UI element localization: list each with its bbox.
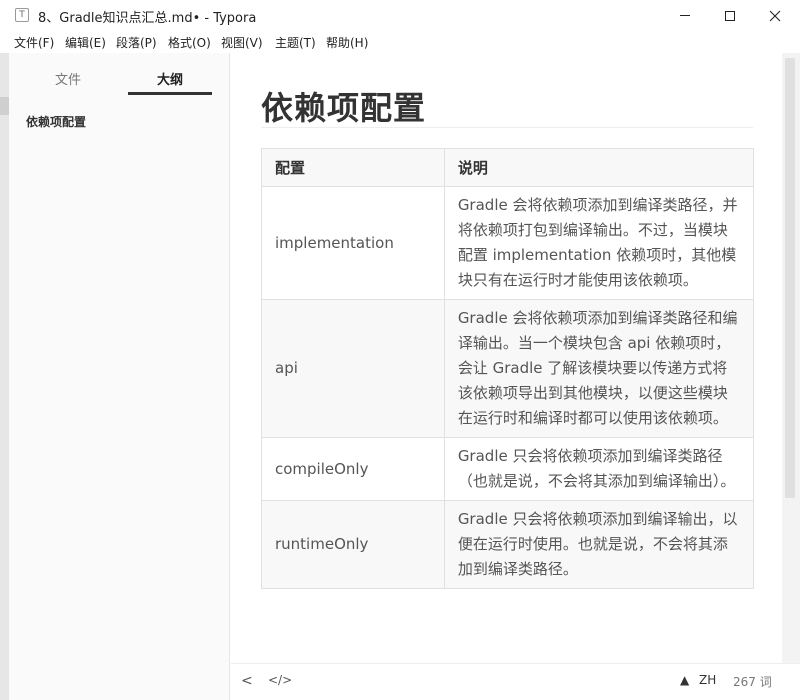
table-header-config[interactable]: 配置 <box>261 148 445 187</box>
scrollbar-thumb[interactable] <box>785 58 795 498</box>
menu-view[interactable]: 视图(V) <box>221 34 263 51</box>
table-row: runtimeOnly Gradle 只会将依赖项添加到编译输出，以便在运行时使… <box>261 500 755 589</box>
menu-edit[interactable]: 编辑(E) <box>65 34 106 51</box>
minimize-icon <box>680 15 690 16</box>
table-cell-description[interactable]: Gradle 只会将依赖项添加到编译输出，以便在运行时使用。也就是说，不会将其添… <box>443 500 755 589</box>
editor-area[interactable]: 依赖项配置 配置 说明 implementation Gradle 会将依赖项添… <box>231 53 782 663</box>
table-row: api Gradle 会将依赖项添加到编译类路径和编译输出。当一个模块包含 ap… <box>261 299 755 438</box>
title-bar: T 8、Gradle知识点汇总.md• - Typora <box>0 0 800 31</box>
table-row: implementation Gradle 会将依赖项添加到编译类路径，并将依赖… <box>261 186 755 300</box>
close-button[interactable] <box>752 0 798 31</box>
menu-bar: 文件(F) 编辑(E) 段落(P) 格式(O) 视图(V) 主题(T) 帮助(H… <box>0 31 800 53</box>
table-cell-config[interactable]: compileOnly <box>261 437 445 501</box>
table-cell-description[interactable]: Gradle 会将依赖项添加到编译类路径，并将依赖项打包到编译输出。不过，当模块… <box>443 186 755 300</box>
status-bar: < </> ▲ ZH 267 词 <box>231 663 800 700</box>
maximize-icon <box>725 10 735 21</box>
edge-marker <box>0 97 9 115</box>
tab-outline[interactable]: 大纲 <box>128 69 212 88</box>
tab-files[interactable]: 文件 <box>26 69 110 88</box>
table-header-description[interactable]: 说明 <box>443 148 755 187</box>
word-count[interactable]: 267 词 <box>733 673 772 690</box>
table-cell-description[interactable]: Gradle 只会将依赖项添加到编译类路径（也就是说，不会将其添加到编译输出）。 <box>443 437 755 501</box>
table-cell-config[interactable]: implementation <box>261 186 445 300</box>
table-cell-description[interactable]: Gradle 会将依赖项添加到编译类路径和编译输出。当一个模块包含 api 依赖… <box>443 299 755 438</box>
dependency-table[interactable]: 配置 说明 implementation Gradle 会将依赖项添加到编译类路… <box>261 148 755 589</box>
table-cell-config[interactable]: runtimeOnly <box>261 500 445 589</box>
heading-divider <box>261 127 753 128</box>
vertical-scrollbar[interactable] <box>782 53 800 663</box>
toggle-sidebar-icon[interactable]: < <box>241 673 253 689</box>
table-row: compileOnly Gradle 只会将依赖项添加到编译类路径（也就是说，不… <box>261 437 755 501</box>
minimize-button[interactable] <box>662 0 708 31</box>
sidebar-edge <box>0 53 9 700</box>
maximize-button[interactable] <box>707 0 753 31</box>
menu-paragraph[interactable]: 段落(P) <box>116 34 157 51</box>
window-title: 8、Gradle知识点汇总.md• - Typora <box>38 11 257 26</box>
warning-icon[interactable]: ▲ <box>680 673 689 687</box>
menu-help[interactable]: 帮助(H) <box>326 34 368 51</box>
active-tab-indicator <box>128 92 212 95</box>
language-indicator[interactable]: ZH <box>699 673 716 687</box>
menu-format[interactable]: 格式(O) <box>168 34 211 51</box>
document-heading[interactable]: 依赖项配置 <box>261 83 426 129</box>
close-icon <box>769 10 781 21</box>
source-code-mode-icon[interactable]: </> <box>268 673 292 687</box>
typora-app-icon: T <box>15 8 29 22</box>
menu-file[interactable]: 文件(F) <box>14 34 54 51</box>
table-cell-config[interactable]: api <box>261 299 445 438</box>
sidebar: 文件 大纲 依赖项配置 <box>9 53 230 700</box>
table-header-row: 配置 说明 <box>261 148 755 187</box>
outline-item[interactable]: 依赖项配置 <box>26 113 86 130</box>
menu-theme[interactable]: 主题(T) <box>275 34 316 51</box>
